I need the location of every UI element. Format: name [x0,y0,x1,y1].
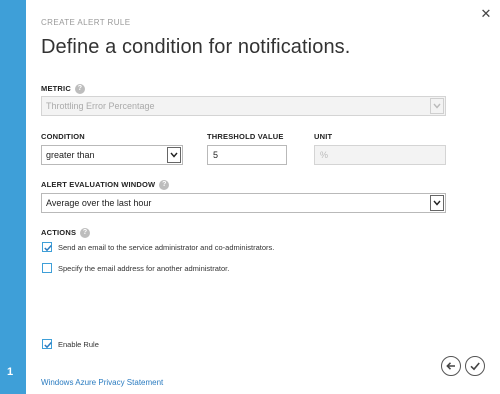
dialog-breadcrumb: CREATE ALERT RULE [41,18,131,27]
complete-button[interactable] [465,356,485,376]
checkmark-icon [44,341,52,349]
condition-value: greater than [46,150,95,160]
actions-label: ACTIONS [41,228,77,237]
unit-field: % [314,145,446,165]
metric-value: Throttling Error Percentage [46,101,155,111]
window-label: ALERT EVALUATION WINDOW [41,180,156,189]
window-value: Average over the last hour [46,198,152,208]
checkmark-icon [470,362,480,371]
send-email-checkbox[interactable] [42,242,52,252]
condition-select[interactable]: greater than [41,145,183,165]
back-button[interactable] [441,356,461,376]
evaluation-window-select[interactable]: Average over the last hour [41,193,446,213]
metric-label-row: METRIC? [41,84,85,95]
chevron-down-icon [430,98,444,114]
help-icon[interactable]: ? [74,84,85,95]
help-icon[interactable]: ? [159,180,170,191]
window-label-row: ALERT EVALUATION WINDOW? [41,180,170,191]
privacy-statement-link[interactable]: Windows Azure Privacy Statement [41,378,163,387]
step-number: 1 [7,366,14,378]
enable-rule-checkbox[interactable] [42,339,52,349]
chevron-down-icon[interactable] [430,195,444,211]
threshold-input[interactable]: 5 [207,145,287,165]
condition-label: CONDITION [41,132,85,141]
help-icon[interactable]: ? [80,228,91,239]
chevron-down-icon[interactable] [167,147,181,163]
unit-label: UNIT [314,132,333,141]
specify-email-checkbox[interactable] [42,263,52,273]
checkmark-icon [44,244,52,252]
enable-rule-label: Enable Rule [58,340,99,349]
page-title: Define a condition for notifications. [41,36,351,58]
close-icon[interactable]: ✕ [478,6,494,22]
wizard-step-rail: 1 [0,0,26,394]
send-email-label: Send an email to the service administrat… [58,243,275,252]
metric-label: METRIC [41,84,71,93]
back-arrow-icon [446,362,455,370]
metric-select: Throttling Error Percentage [41,96,446,116]
specify-email-label: Specify the email address for another ad… [58,264,230,273]
actions-label-row: ACTIONS? [41,228,91,239]
threshold-label: THRESHOLD VALUE [207,132,284,141]
